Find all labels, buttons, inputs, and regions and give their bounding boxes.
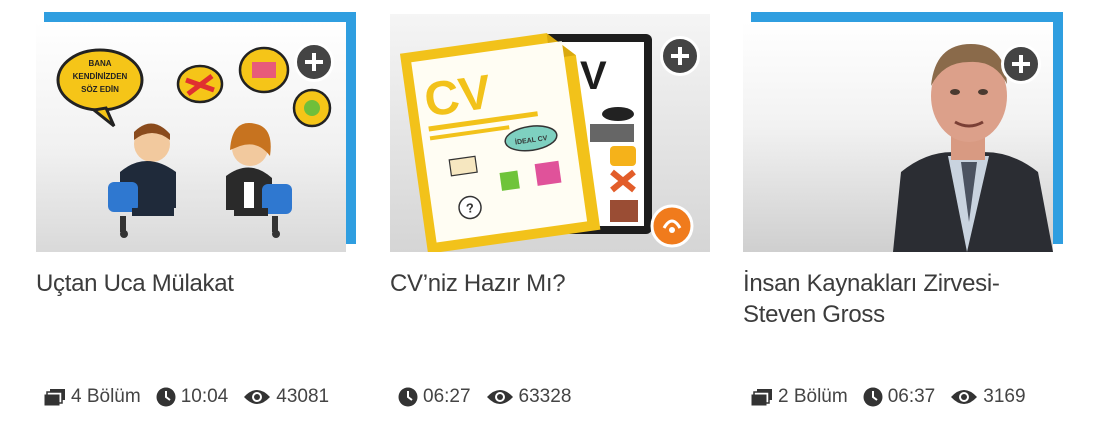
course-meta: 06:27 63328 xyxy=(398,384,586,410)
svg-text:V: V xyxy=(580,54,607,98)
duration: 06:37 xyxy=(863,386,936,408)
duration-text: 10:04 xyxy=(180,386,229,407)
duration: 06:27 xyxy=(398,386,471,408)
clock-icon xyxy=(863,387,883,407)
eye-icon xyxy=(486,390,513,404)
duration-text: 06:27 xyxy=(423,386,471,407)
episodes-text: 2 Bölüm xyxy=(778,386,848,407)
thumbnail-wrapper[interactable]: BANA KENDİNİZDEN SÖZ EDİN xyxy=(36,12,358,254)
course-card[interactable]: BANA KENDİNİZDEN SÖZ EDİN Uçtan Uca Müla… xyxy=(36,0,356,435)
duration-text: 06:37 xyxy=(887,386,936,407)
views: 63328 xyxy=(486,386,572,408)
clock-icon xyxy=(156,387,176,407)
views-text: 43081 xyxy=(276,386,330,407)
thumbnail-wrapper[interactable]: V CV İDEAL CV ? xyxy=(390,12,712,254)
views: 43081 xyxy=(243,386,329,408)
thumbnail-wrapper[interactable] xyxy=(743,12,1065,254)
episodes-icon xyxy=(44,389,65,406)
episodes-icon xyxy=(751,389,772,406)
thumbnail-cv[interactable]: V CV İDEAL CV ? xyxy=(390,14,710,252)
plus-icon xyxy=(671,47,689,65)
thumbnail-speaker[interactable] xyxy=(743,22,1053,252)
eye-icon xyxy=(244,390,271,404)
svg-text:KENDİNİZDEN: KENDİNİZDEN xyxy=(73,72,128,81)
episodes-text: 4 Bölüm xyxy=(71,386,141,407)
course-meta: 2 Bölüm 06:37 3169 xyxy=(751,384,1041,410)
duration: 10:04 xyxy=(156,386,229,408)
clock-icon xyxy=(398,387,418,407)
views: 3169 xyxy=(950,386,1026,408)
course-meta: 4 Bölüm 10:04 43081 xyxy=(44,384,344,410)
plus-icon xyxy=(1012,55,1030,73)
views-text: 3169 xyxy=(983,386,1026,407)
svg-text:BANA: BANA xyxy=(88,59,111,68)
thumbnail-interview[interactable]: BANA KENDİNİZDEN SÖZ EDİN xyxy=(36,22,346,252)
add-to-list-button[interactable] xyxy=(294,42,334,82)
views-text: 63328 xyxy=(518,386,572,407)
eye-icon xyxy=(951,390,978,404)
course-title[interactable]: İnsan Kaynakları Zirvesi-Steven Gross xyxy=(743,268,1053,330)
course-title[interactable]: CV’niz Hazır Mı? xyxy=(390,268,700,299)
add-to-list-button[interactable] xyxy=(660,36,700,76)
svg-text:SÖZ EDİN: SÖZ EDİN xyxy=(81,85,119,94)
episodes-count: 4 Bölüm xyxy=(44,386,141,408)
course-card[interactable]: V CV İDEAL CV ? CV’niz Hazır Mı? 06:27 6… xyxy=(390,0,710,435)
svg-text:CV: CV xyxy=(421,66,494,128)
add-to-list-button[interactable] xyxy=(1001,44,1041,84)
plus-icon xyxy=(305,53,323,71)
episodes-count: 2 Bölüm xyxy=(751,386,848,408)
course-title[interactable]: Uçtan Uca Mülakat xyxy=(36,268,346,299)
course-card[interactable]: İnsan Kaynakları Zirvesi-Steven Gross 2 … xyxy=(743,0,1063,435)
